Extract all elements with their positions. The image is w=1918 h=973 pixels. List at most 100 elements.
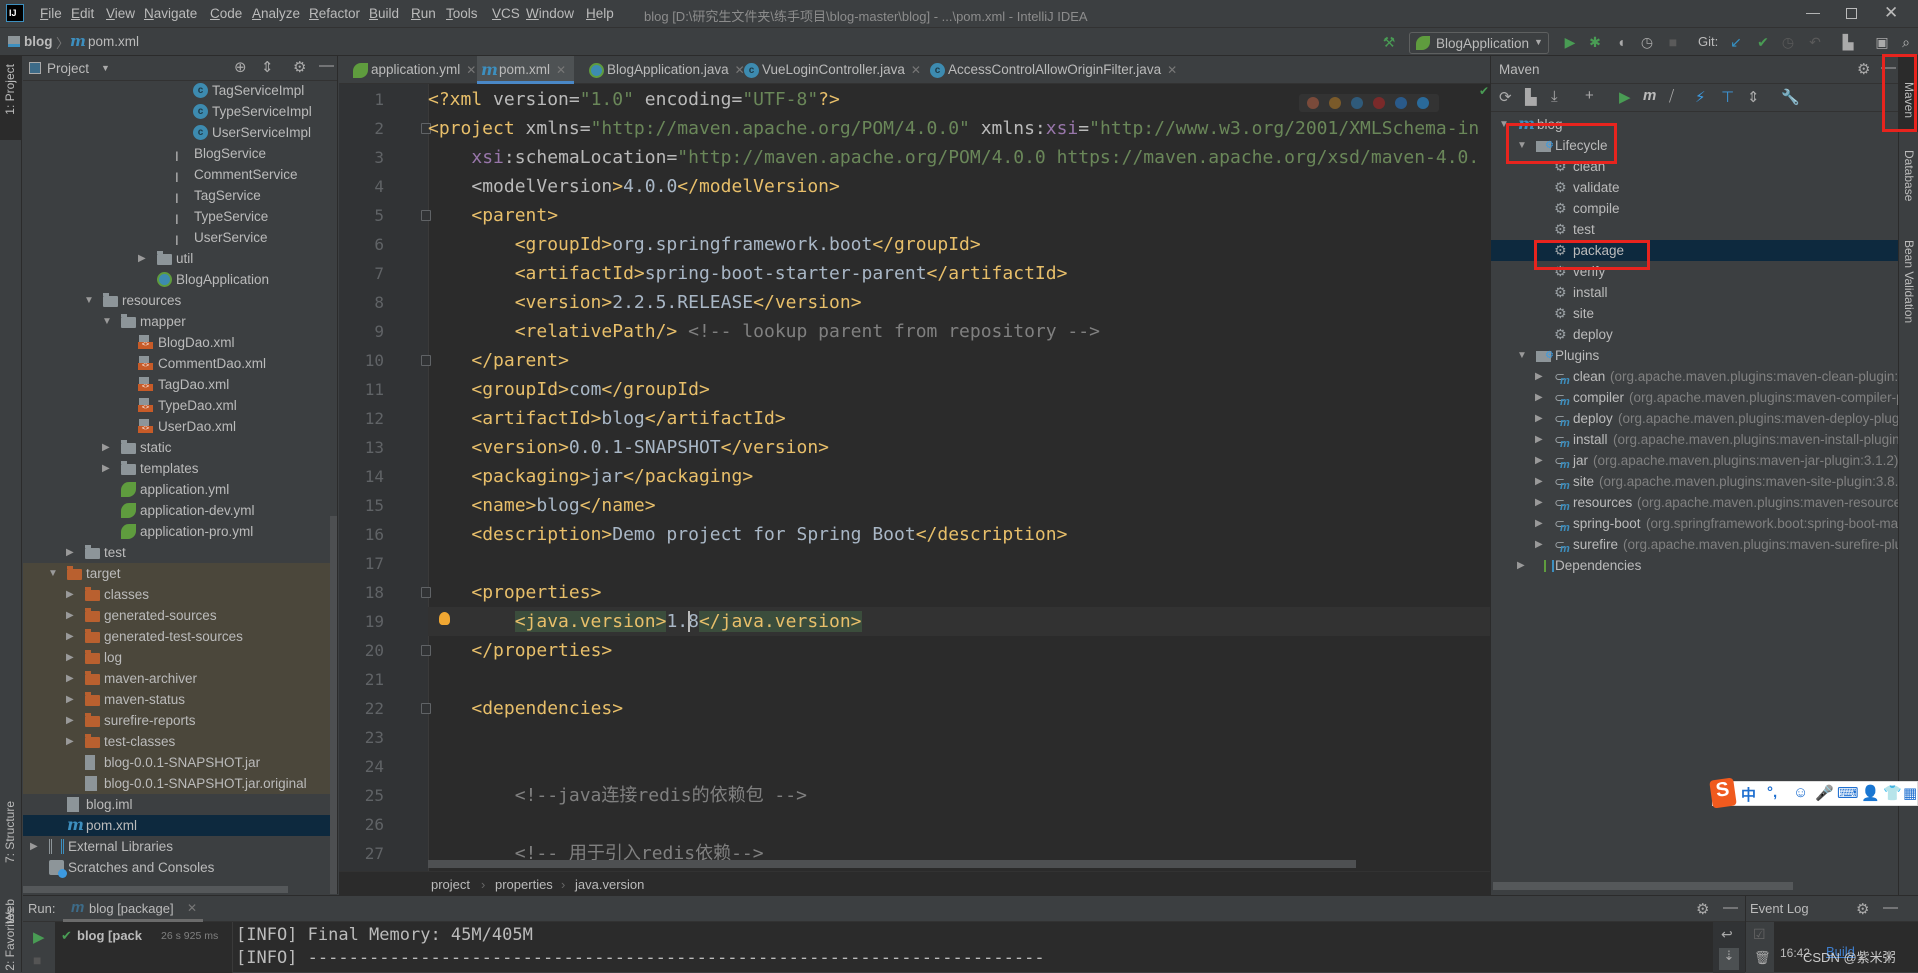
- close-tab-icon[interactable]: ✕: [466, 63, 476, 77]
- collapsed-arrow-icon[interactable]: ▶: [1535, 366, 1543, 387]
- tree-item[interactable]: ▶ templates: [23, 458, 337, 479]
- collapsed-arrow-icon[interactable]: ▶: [1535, 387, 1543, 408]
- search-icon[interactable]: ⌕: [1897, 34, 1915, 50]
- tree-item[interactable]: ▶ test-classes: [23, 731, 337, 752]
- tree-item[interactable]: CommentDao.xml: [23, 353, 337, 374]
- tree-item[interactable]: ▼ target: [23, 563, 337, 584]
- close-tab-icon[interactable]: ✕: [556, 63, 566, 77]
- menu-navigate[interactable]: Navigate: [144, 6, 197, 21]
- build-hammer-icon[interactable]: ⚒: [1380, 34, 1398, 50]
- tree-item[interactable]: ▶ log: [23, 647, 337, 668]
- menu-edit[interactable]: Edit: [71, 6, 94, 21]
- collapsed-arrow-icon[interactable]: ▶: [102, 458, 110, 479]
- tree-item[interactable]: ▼ m blog: [1491, 114, 1898, 135]
- tree-item[interactable]: ▶ test: [23, 542, 337, 563]
- chrome-icon[interactable]: [1307, 97, 1319, 109]
- scroll-to-end-icon[interactable]: ⇣: [1719, 948, 1739, 970]
- editor-horizontal-scrollbar[interactable]: [428, 860, 1356, 868]
- collapsed-arrow-icon[interactable]: ▶: [66, 710, 74, 731]
- expanded-arrow-icon[interactable]: ▼: [1517, 345, 1527, 366]
- tree-item[interactable]: I TypeService: [23, 206, 337, 227]
- firefox-icon[interactable]: [1329, 97, 1341, 109]
- chevron-down-icon[interactable]: ▼: [101, 63, 110, 73]
- minimize-icon[interactable]: —: [1806, 4, 1820, 20]
- collapsed-arrow-icon[interactable]: ▶: [1535, 471, 1543, 492]
- tab-accesscontrolalloworiginfilter-java[interactable]: c AccessControlAllowOriginFilter.java ✕: [926, 56, 1185, 84]
- collapsed-arrow-icon[interactable]: ▶: [66, 584, 74, 605]
- ime-item[interactable]: 🎤: [1815, 784, 1834, 802]
- database-tool-label[interactable]: Database: [1902, 150, 1916, 201]
- show-dependencies-icon[interactable]: ⊤: [1721, 88, 1734, 106]
- collapsed-arrow-icon[interactable]: ▶: [66, 626, 74, 647]
- gear-icon[interactable]: ⚙: [1696, 900, 1709, 918]
- tree-item[interactable]: ▶ ⊂jar (org.apache.maven.plugins:maven-jar…: [1491, 450, 1898, 473]
- collapsed-arrow-icon[interactable]: ▶: [1535, 450, 1543, 471]
- tree-item[interactable]: ▶ static: [23, 437, 337, 458]
- expanded-arrow-icon[interactable]: ▼: [48, 563, 58, 584]
- collapsed-arrow-icon[interactable]: ▶: [66, 647, 74, 668]
- run-maven-build-icon[interactable]: ▶: [1619, 88, 1631, 106]
- tree-item[interactable]: TypeDao.xml: [23, 395, 337, 416]
- opera-icon[interactable]: [1373, 97, 1385, 109]
- collapsed-arrow-icon[interactable]: ▶: [1535, 534, 1543, 555]
- ime-item[interactable]: ⌨: [1837, 784, 1859, 802]
- collapsed-arrow-icon[interactable]: ▶: [66, 668, 74, 689]
- close-tab-icon[interactable]: ✕: [911, 63, 921, 77]
- breadcrumb-java-version[interactable]: java.version: [575, 877, 644, 892]
- expanded-arrow-icon[interactable]: ▼: [102, 311, 112, 332]
- tree-item[interactable]: BlogDao.xml: [23, 332, 337, 353]
- ime-item[interactable]: ▦: [1903, 784, 1917, 802]
- tree-item[interactable]: I BlogService: [23, 143, 337, 164]
- collapsed-arrow-icon[interactable]: ▶: [66, 605, 74, 626]
- run-tree-item[interactable]: blog [pack: [77, 928, 142, 943]
- tree-item[interactable]: I TagService: [23, 185, 337, 206]
- breadcrumb-properties[interactable]: properties: [495, 877, 553, 892]
- stop-icon[interactable]: ■: [1664, 34, 1682, 50]
- tree-item[interactable]: BlogApplication: [23, 269, 337, 290]
- tree-item[interactable]: ⚙ deploy: [1491, 324, 1898, 345]
- menu-vcs[interactable]: VCS: [492, 6, 520, 21]
- menu-tools[interactable]: Tools: [446, 6, 478, 21]
- tree-item[interactable]: UserDao.xml: [23, 416, 337, 437]
- git-update-icon[interactable]: ↙: [1727, 34, 1745, 50]
- locate-icon[interactable]: ⊕: [234, 58, 247, 76]
- tree-item[interactable]: application-pro.yml: [23, 521, 337, 542]
- tree-item[interactable]: ▶ generated-sources: [23, 605, 337, 626]
- tree-item[interactable]: ▼ Plugins: [1491, 345, 1898, 366]
- tree-item[interactable]: ⚙ site: [1491, 303, 1898, 324]
- project-tool-label[interactable]: 1: Project: [3, 64, 17, 115]
- profile-icon[interactable]: ◷: [1638, 34, 1656, 50]
- safari-icon[interactable]: [1351, 97, 1363, 109]
- project-horizontal-scrollbar[interactable]: [23, 886, 288, 893]
- collapsed-arrow-icon[interactable]: ▶: [102, 437, 110, 458]
- collapse-all-icon[interactable]: ⇕: [261, 58, 274, 76]
- tree-item[interactable]: ▶ surefire-reports: [23, 710, 337, 731]
- tree-item[interactable]: c TagServiceImpl: [23, 80, 337, 101]
- tree-item[interactable]: c TypeServiceImpl: [23, 101, 337, 122]
- maven-settings-wrench-icon[interactable]: 🔧: [1781, 88, 1800, 106]
- collapsed-arrow-icon[interactable]: ▶: [1535, 429, 1543, 450]
- tree-item[interactable]: ⚙ verify: [1491, 261, 1898, 282]
- tree-item[interactable]: ▶ ⊂resources (org.apache.maven.plugins:mav…: [1491, 492, 1898, 515]
- generate-sources-icon[interactable]: ▙: [1525, 88, 1537, 106]
- tree-item[interactable]: TagDao.xml: [23, 374, 337, 395]
- expanded-arrow-icon[interactable]: ▼: [1517, 135, 1527, 156]
- tree-item[interactable]: ▶ ⊂clean (org.apache.maven.plugins:maven-c…: [1491, 366, 1898, 389]
- menu-analyze[interactable]: Analyze: [252, 6, 300, 21]
- menu-build[interactable]: Build: [369, 6, 399, 21]
- bean-validation-tool-label[interactable]: Bean Validation: [1902, 240, 1916, 323]
- tree-item[interactable]: ▶ ⊂compiler (org.apache.maven.plugins:mave…: [1491, 387, 1898, 410]
- close-icon[interactable]: ✕: [1884, 3, 1898, 23]
- menu-window[interactable]: Window: [526, 6, 574, 21]
- ime-item[interactable]: 👕: [1883, 784, 1902, 802]
- tree-item[interactable]: I CommentService: [23, 164, 337, 185]
- close-tab-icon[interactable]: ✕: [1167, 63, 1177, 77]
- tree-item[interactable]: ▶ ⊂spring-boot (org.springframework.boot:s…: [1491, 513, 1898, 536]
- menu-code[interactable]: Code: [210, 6, 242, 21]
- add-icon[interactable]: +: [1585, 87, 1594, 104]
- tree-item[interactable]: ▶ maven-status: [23, 689, 337, 710]
- tree-item[interactable]: m pom.xml: [23, 815, 337, 836]
- hide-icon[interactable]: —: [1883, 899, 1898, 916]
- code-editor[interactable]: 1 2 3 4 5 6 7 8 9 10 11 12 13 14 15 16 17 18 19 20 21 22 23 24 2…: [339, 84, 1490, 871]
- execute-goal-icon[interactable]: m: [1643, 87, 1656, 104]
